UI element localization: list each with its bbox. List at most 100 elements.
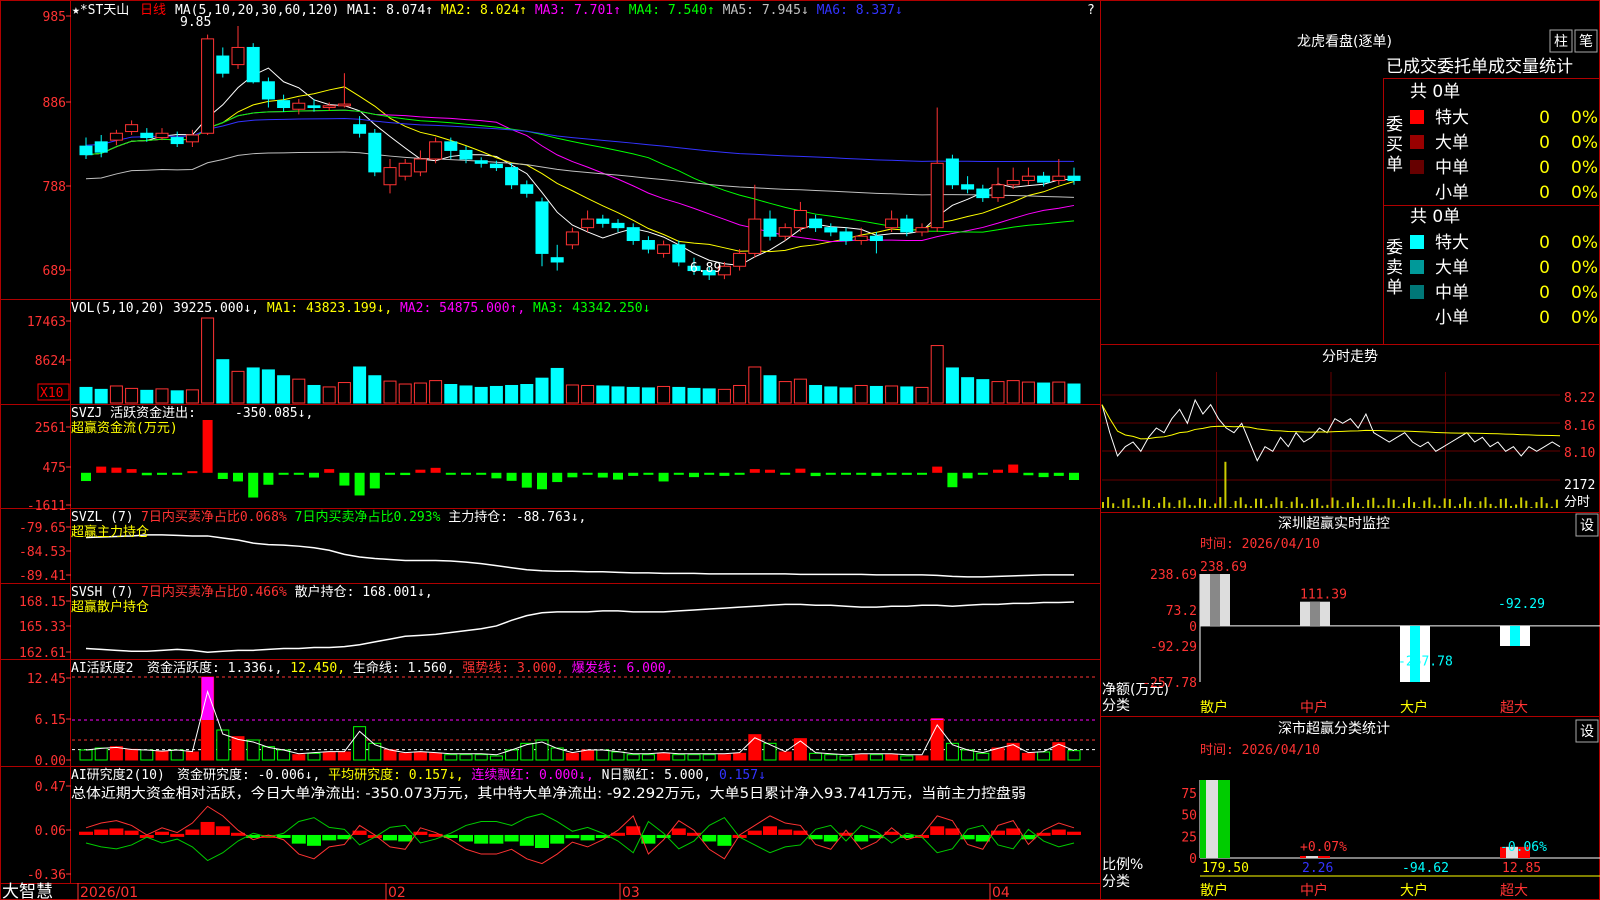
activity-bar [824, 754, 838, 761]
research-bar [200, 821, 215, 835]
volume-bar [383, 380, 397, 404]
intraday-chart[interactable] [1101, 372, 1561, 508]
svzj-bar [643, 472, 654, 475]
candle-body [413, 158, 427, 173]
activity-bar [854, 754, 868, 761]
research-bar [474, 834, 489, 844]
ai-research-values: 资金研究度: -0.006↓, 平均研究度: 0.157↓, 连续飘红: 0.0… [177, 767, 766, 783]
value-segment: MA6: 8.337↓ [809, 3, 903, 18]
y-tick-label: 0.00 [35, 754, 66, 769]
sz-category-y-label: 0 [1189, 852, 1197, 867]
intraday-volume-bar [1275, 497, 1278, 508]
volume-bar [520, 384, 534, 404]
svzj-bar [567, 472, 578, 478]
period-label[interactable]: 日线 [140, 3, 166, 18]
sz-monitor-bar [1200, 574, 1230, 626]
volume-bar [930, 345, 944, 404]
activity-bar [383, 749, 397, 761]
research-bar [747, 830, 762, 835]
volume-bar [535, 377, 549, 404]
intraday-volume-bar [1107, 497, 1110, 508]
intraday-volume-bar [1204, 499, 1206, 508]
sz-category-category-label: 超大 [1500, 883, 1528, 899]
sz-category-title: 深市超赢分类统计 [1278, 720, 1390, 737]
candle-body [1006, 179, 1020, 186]
volume-bar [322, 386, 336, 404]
activity-bar [322, 751, 336, 761]
research-bar [276, 834, 291, 838]
volume-bar [277, 375, 291, 404]
volume-panel: 17463 8624 VOL(5,10,20) 39225.000↓, MA1: … [27, 301, 1081, 404]
activity-bar [474, 754, 488, 761]
sz-category-value-label: 2.26 [1302, 861, 1333, 876]
intraday-volume-bar [1428, 497, 1431, 508]
order-count: 0 [1539, 233, 1550, 253]
activity-bar [261, 746, 275, 761]
research-bar [823, 834, 838, 842]
intraday-volume-bar [1535, 502, 1538, 508]
volume-bar [687, 387, 701, 404]
help-icon[interactable]: ? [1087, 3, 1095, 18]
volume-bar [444, 384, 458, 404]
chart-stage: 985886788689 ★*ST天山 日线 MA(5,10,20,30,60,… [0, 0, 1600, 900]
volume-bar [809, 384, 823, 404]
research-bar [215, 826, 230, 835]
volume-bar [505, 384, 519, 404]
intraday-time-label: 分时 [1564, 495, 1590, 510]
candle-body [337, 103, 351, 107]
stock-name: ★*ST天山 [72, 3, 129, 18]
volume-bar [641, 387, 655, 404]
volume-bar [991, 381, 1005, 404]
candle-body [641, 240, 655, 250]
ai-research-summary: 总体近期大资金相对活跃，今日大单净流出: -350.073万元，其中特大单净流出… [71, 785, 1026, 802]
order-count: 0 [1539, 308, 1550, 328]
sz-monitor-bar-core [1310, 601, 1320, 626]
svzj-bar [187, 471, 198, 474]
x-axis-labels: 2026/01 02 03 04 [77, 883, 1010, 900]
intraday-volume-bar [1351, 497, 1354, 508]
intraday-volume-bar [1147, 500, 1150, 508]
activity-bar [596, 749, 610, 761]
y-tick-label: 886 [43, 96, 66, 111]
volume-bar [793, 378, 807, 404]
research-bar [565, 834, 580, 839]
candle-body [201, 38, 215, 134]
value-segment: MA2: 54875.000↑, [392, 301, 525, 316]
intraday-volume-bar [1188, 504, 1191, 508]
research-bar [930, 826, 945, 835]
svzj-label: SVZJ 活跃资金进出: [71, 405, 196, 421]
y-tick-label: 168.15 [19, 595, 66, 610]
candle-body [550, 257, 564, 263]
activity-bar [109, 746, 123, 761]
research-bar [519, 834, 534, 846]
svzj-bar [1023, 472, 1034, 476]
intraday-volume-bar [1464, 497, 1467, 508]
activity-bar [869, 754, 883, 761]
activity-bar [611, 751, 625, 761]
intraday-volume-bar [1377, 505, 1380, 508]
sz-monitor-value-label: -257.78 [1398, 654, 1453, 669]
intraday-volume-bar [1346, 502, 1349, 508]
candle-body [915, 227, 929, 233]
research-bar [398, 834, 413, 842]
research-bar [702, 834, 717, 842]
intraday-volume-bar [1214, 503, 1217, 508]
intraday-volume-bar [1137, 505, 1140, 508]
sz-category-bar [1300, 856, 1330, 858]
svzj-bar [977, 472, 988, 475]
activity-bar [748, 734, 762, 761]
y-tick-label: 8624 [35, 354, 66, 369]
activity-bar [915, 755, 929, 761]
value-segment: MA4: 7.540↑ [621, 3, 715, 18]
order-swatch [1410, 160, 1424, 174]
sz-monitor-category-label: 大户 [1400, 699, 1428, 716]
research-bar [1006, 828, 1021, 835]
candle-body [125, 124, 139, 133]
y-tick-label: -84.53 [19, 545, 66, 560]
dragon-tiger-panel: 龙虎看盘(逐单) 柱 笔 已成交委托单成交量统计 委 买 单 委 卖 单 共 0… [1297, 29, 1598, 328]
value-segment: 生命线: 1.560, [345, 660, 454, 676]
sz-category-bar-core [1206, 780, 1218, 858]
order-count: 0 [1539, 108, 1550, 128]
candle-body [976, 188, 990, 199]
svzj-bar [628, 472, 639, 476]
